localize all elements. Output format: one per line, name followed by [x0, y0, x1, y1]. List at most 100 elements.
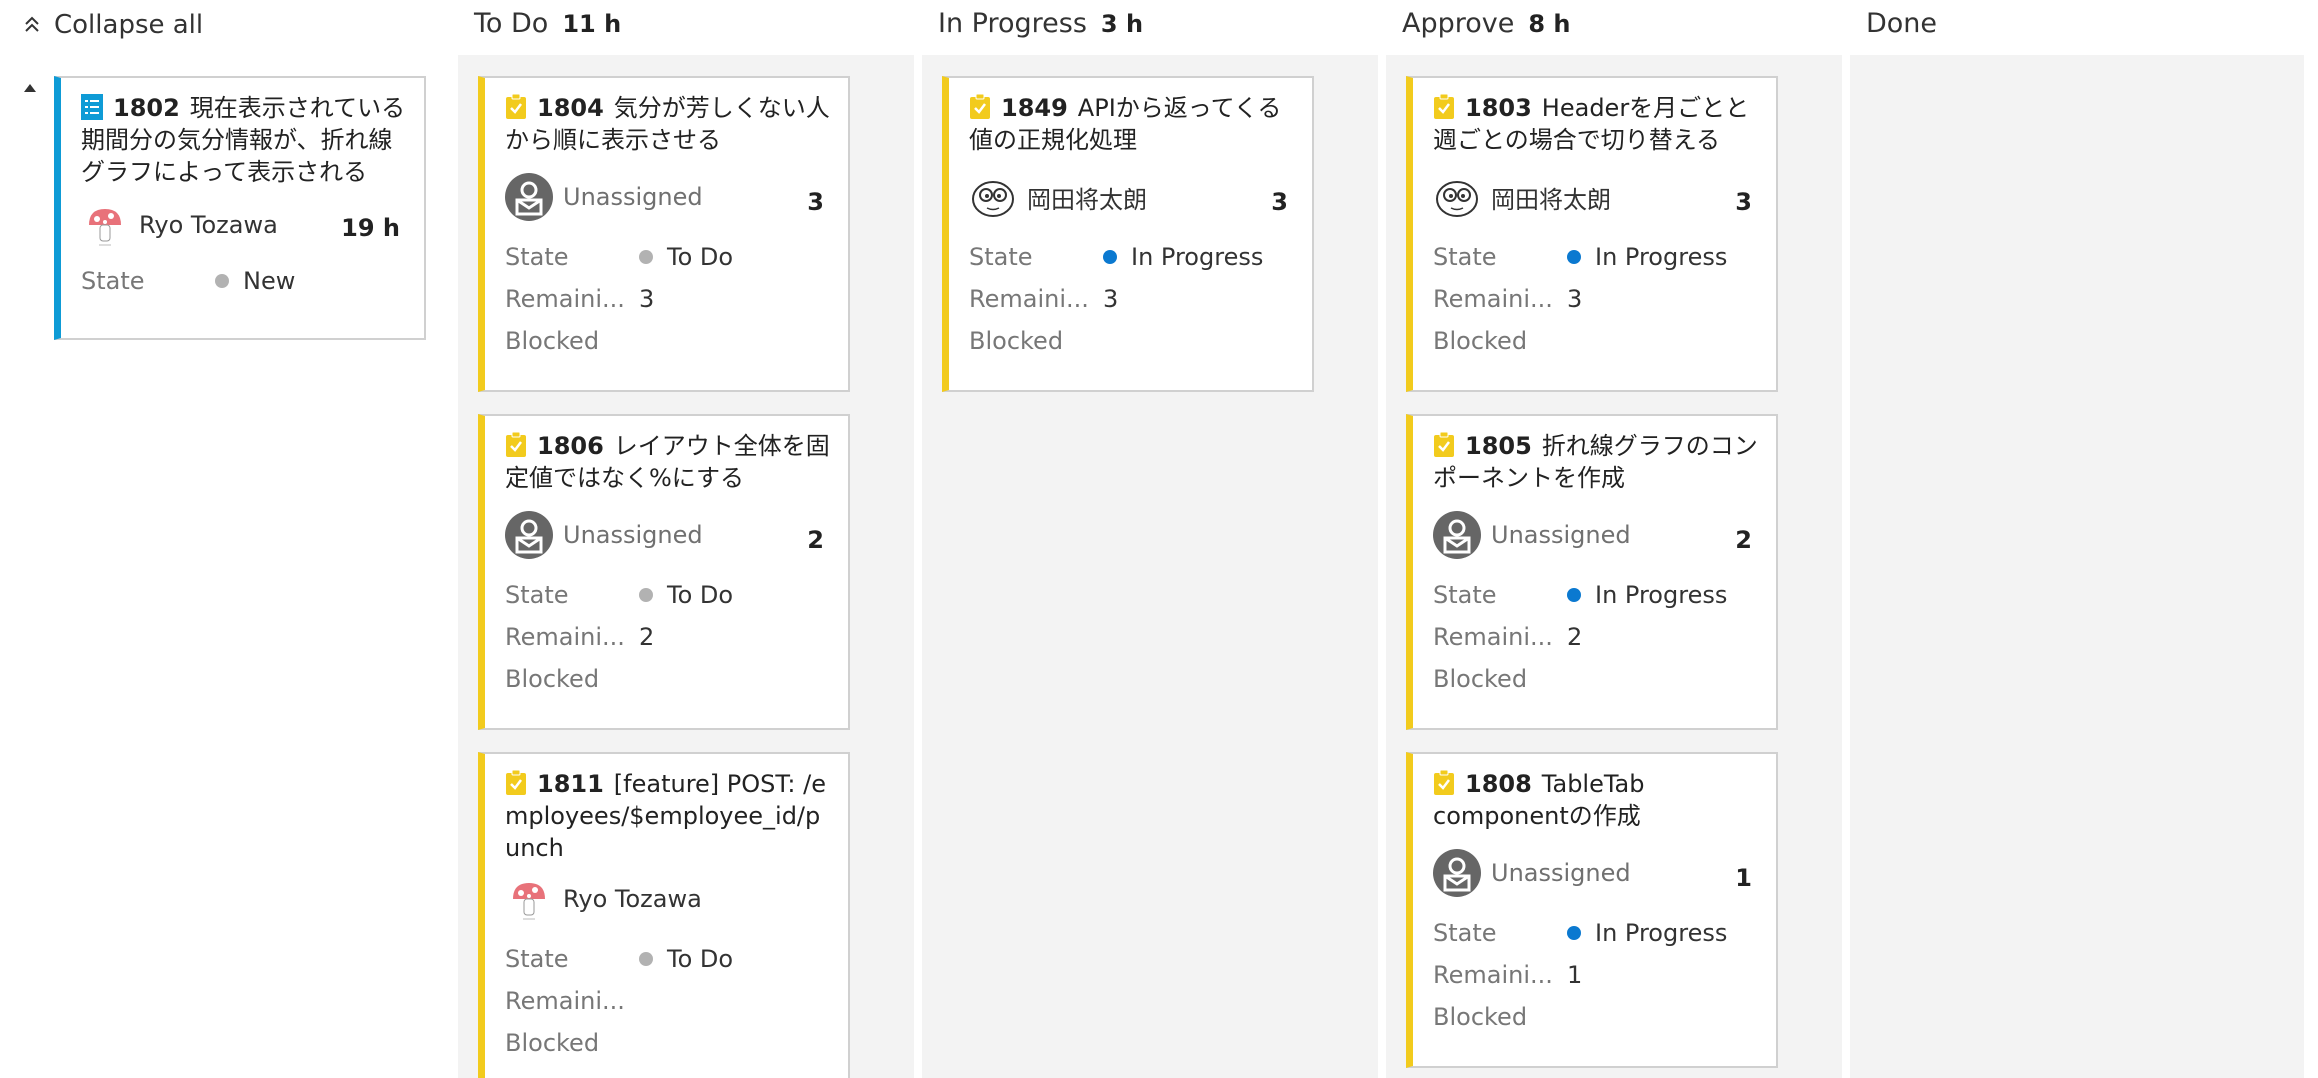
assignee-row: Ryo Tozawa 19 h — [81, 200, 406, 250]
state-value[interactable]: To Do — [667, 243, 733, 271]
remaining-label: Remaini... — [505, 285, 625, 313]
mushroom-avatar — [513, 883, 545, 920]
state-label: State — [1433, 919, 1497, 947]
state-label: State — [505, 945, 569, 973]
card-title[interactable]: 1806 レイアウト全体を固定値ではなく%にする — [505, 430, 830, 494]
state-value[interactable]: To Do — [667, 945, 733, 973]
parent-story-card[interactable]: 1802 現在表示されている期間分の気分情報が、折れ線グラフによって表示される R… — [54, 76, 426, 340]
card-id: 1849 — [1001, 94, 1068, 122]
remaining-field: Remaini... 3 — [1433, 278, 1758, 320]
blocked-label: Blocked — [505, 327, 600, 355]
state-value[interactable]: In Progress — [1595, 243, 1727, 271]
remaining-field: Remaini... 3 — [505, 278, 830, 320]
card-title[interactable]: 1808 TableTab componentの作成 — [1433, 768, 1758, 832]
task-icon — [1434, 94, 1454, 119]
blocked-label: Blocked — [1433, 665, 1528, 693]
face-avatar — [1436, 181, 1478, 217]
assignee-row: 岡田将太朗 3 — [969, 172, 1294, 222]
card-title[interactable]: 1803 Headerを月ごとと週ごとの場合で切り替える — [1433, 92, 1758, 156]
assignee-row: Unassigned 2 — [505, 510, 830, 560]
state-label: State — [969, 243, 1033, 271]
blocked-field: Blocked — [1433, 996, 1758, 1038]
remaining-label: Remaini... — [505, 623, 625, 651]
assignee-row: 岡田将太朗 3 — [1433, 172, 1758, 222]
task-icon — [1434, 770, 1454, 795]
task-card[interactable]: 1849 APIから返ってくる値の正規化処理 岡田将太朗 3 State In P… — [942, 76, 1314, 392]
task-icon — [506, 770, 526, 795]
assignee-name: Ryo Tozawa — [139, 211, 278, 239]
state-dot — [639, 952, 653, 966]
state-field: State In Progress — [1433, 236, 1758, 278]
user-story-icon — [81, 94, 103, 120]
blocked-field: Blocked — [505, 658, 830, 700]
remaining-value[interactable]: 3 — [1567, 285, 1582, 313]
card-id: 1805 — [1465, 432, 1532, 460]
blocked-label: Blocked — [505, 1029, 600, 1057]
card-title[interactable]: 1804 気分が芳しくない人から順に表示させる — [505, 92, 830, 156]
state-value[interactable]: New — [243, 267, 295, 295]
state-value[interactable]: To Do — [667, 581, 733, 609]
remaining-value[interactable]: 1 — [1567, 961, 1582, 989]
state-field: State In Progress — [1433, 574, 1758, 616]
task-card[interactable]: 1805 折れ線グラフのコンポーネントを作成 Unassigned 2 State… — [1406, 414, 1778, 730]
assignee-row: Unassigned 3 — [505, 172, 830, 222]
card-id: 1811 — [537, 770, 604, 798]
state-label: State — [1433, 243, 1497, 271]
card-title[interactable]: 1811 [feature] POST: /employees/$employee… — [505, 768, 830, 864]
task-card[interactable]: 1804 気分が芳しくない人から順に表示させる Unassigned 3 Stat… — [478, 76, 850, 392]
unassigned-avatar — [1433, 849, 1481, 897]
assignee-name: 岡田将太朗 — [1491, 185, 1611, 214]
card-id: 1806 — [537, 432, 604, 460]
blocked-field: Blocked — [505, 1022, 830, 1064]
collapse-all-label: Collapse all — [54, 10, 204, 40]
task-card[interactable]: 1808 TableTab componentの作成 Unassigned 1 S… — [1406, 752, 1778, 1068]
face-avatar — [972, 181, 1014, 217]
assignee-name: Ryo Tozawa — [563, 885, 702, 913]
card-id: 1808 — [1465, 770, 1532, 798]
effort-value: 3 — [807, 188, 824, 216]
card-title[interactable]: 1802 現在表示されている期間分の気分情報が、折れ線グラフによって表示される — [81, 92, 406, 188]
column-count: 8 h — [1528, 10, 1571, 38]
state-dot — [1567, 588, 1581, 602]
assignee-name: Unassigned — [563, 183, 703, 211]
effort-value: 2 — [807, 526, 824, 554]
effort-value: 2 — [1735, 526, 1752, 554]
state-field: State In Progress — [1433, 912, 1758, 954]
state-value[interactable]: In Progress — [1595, 581, 1727, 609]
blocked-field: Blocked — [1433, 320, 1758, 362]
remaining-value[interactable]: 3 — [1103, 285, 1118, 313]
chevron-double-up-icon — [25, 16, 39, 32]
effort-value: 3 — [1735, 188, 1752, 216]
state-label: State — [1433, 581, 1497, 609]
state-field: State To Do — [505, 236, 830, 278]
remaining-value[interactable]: 2 — [639, 623, 654, 651]
column-header-approve: Approve 8 h — [1402, 8, 1571, 39]
column-title: In Progress — [938, 8, 1087, 39]
collapse-all-button[interactable]: Collapse all — [22, 10, 203, 40]
remaining-label: Remaini... — [1433, 285, 1553, 313]
state-dot — [1567, 926, 1581, 940]
card-id: 1802 — [113, 94, 180, 122]
state-value[interactable]: In Progress — [1131, 243, 1263, 271]
card-title[interactable]: 1805 折れ線グラフのコンポーネントを作成 — [1433, 430, 1758, 494]
remaining-label: Remaini... — [505, 987, 625, 1015]
task-card[interactable]: 1803 Headerを月ごとと週ごとの場合で切り替える 岡田将太朗 3 Stat… — [1406, 76, 1778, 392]
state-value[interactable]: In Progress — [1595, 919, 1727, 947]
remaining-value[interactable]: 2 — [1567, 623, 1582, 651]
task-card[interactable]: 1811 [feature] POST: /employees/$employee… — [478, 752, 850, 1078]
row-expander-icon[interactable] — [24, 84, 36, 92]
task-card[interactable]: 1806 レイアウト全体を固定値ではなく%にする Unassigned 2 Sta… — [478, 414, 850, 730]
state-label: State — [81, 267, 145, 295]
blocked-label: Blocked — [1433, 1003, 1528, 1031]
state-dot — [1567, 250, 1581, 264]
state-field: State In Progress — [969, 236, 1294, 278]
assignee-row: Unassigned 2 — [1433, 510, 1758, 560]
remaining-value[interactable]: 3 — [639, 285, 654, 313]
blocked-field: Blocked — [505, 320, 830, 362]
assignee-name: Unassigned — [1491, 521, 1631, 549]
column-title: Approve — [1402, 8, 1515, 39]
assignee-name: Unassigned — [563, 521, 703, 549]
card-title[interactable]: 1849 APIから返ってくる値の正規化処理 — [969, 92, 1294, 156]
task-icon — [970, 94, 990, 119]
card-id: 1804 — [537, 94, 604, 122]
